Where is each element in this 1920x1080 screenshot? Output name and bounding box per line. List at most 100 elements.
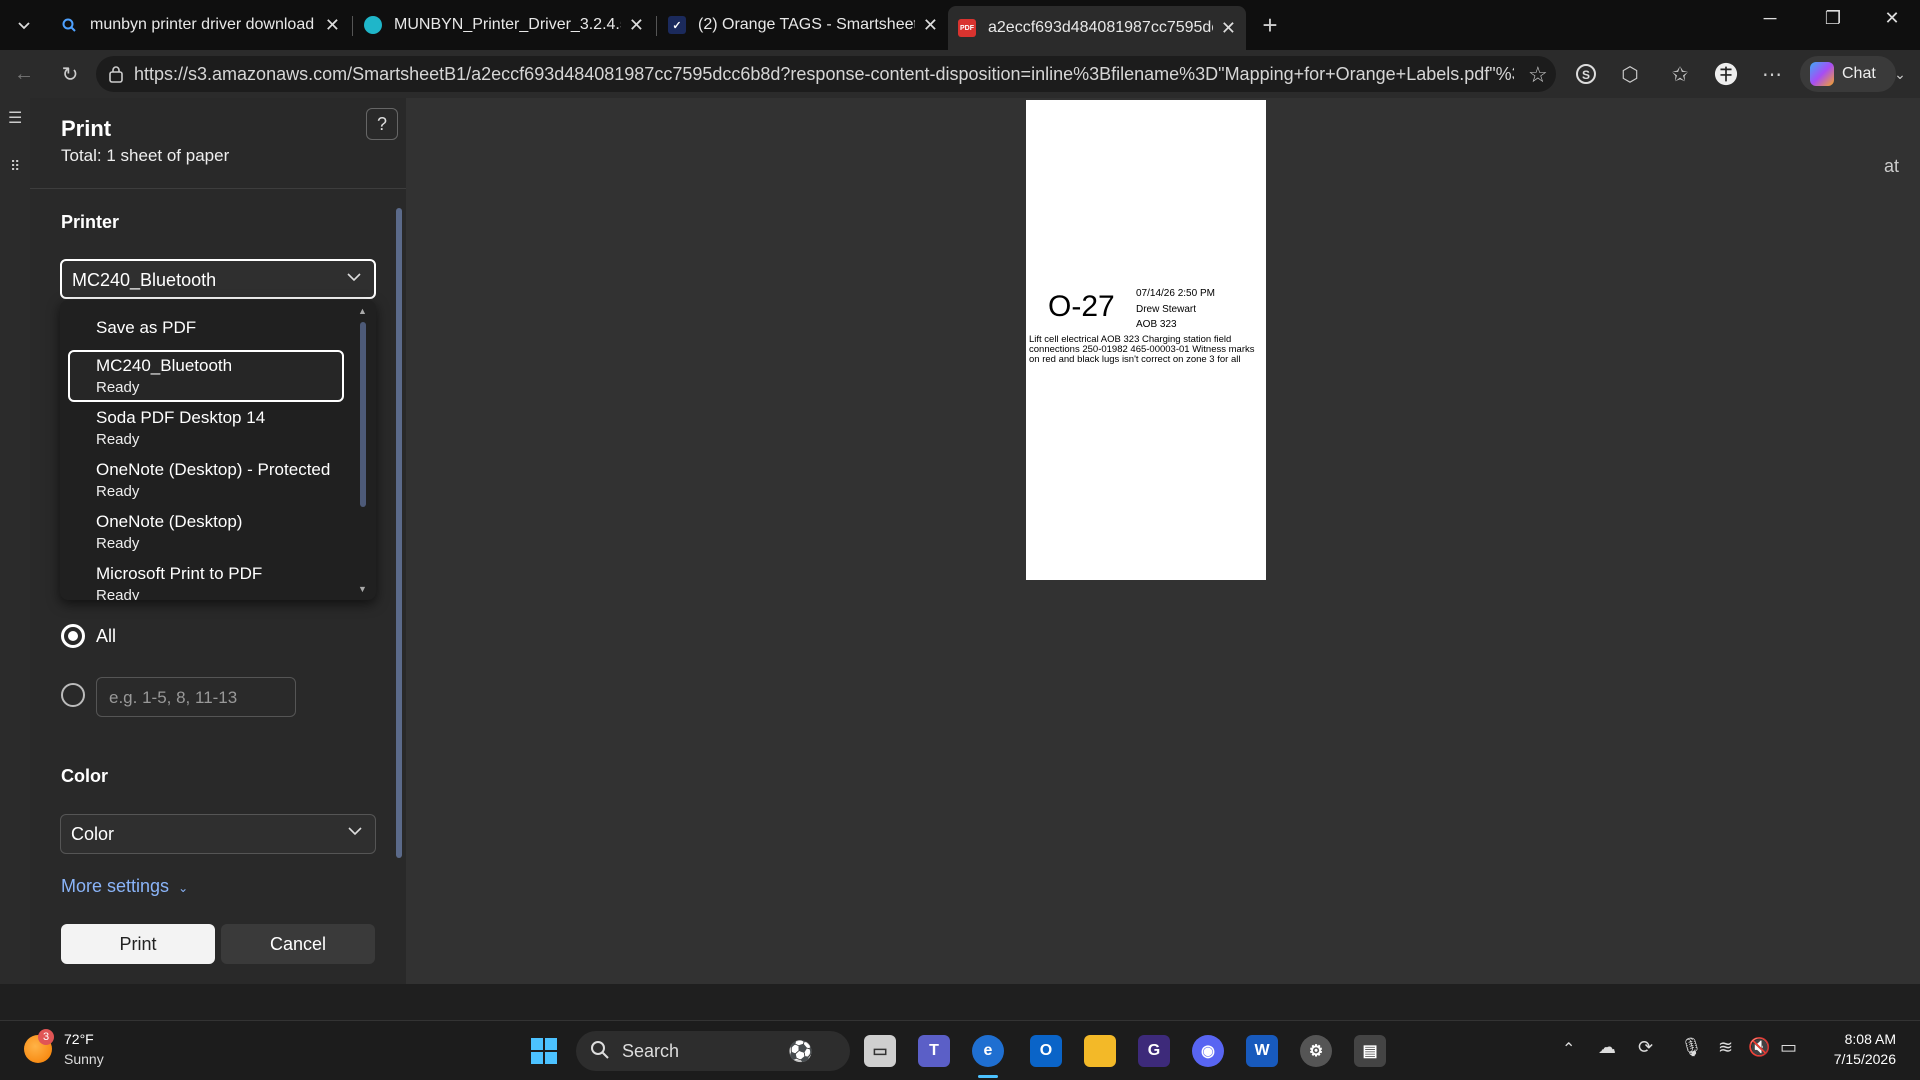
dropdown-item-onenote-protected[interactable]: OneNote (Desktop) - Protected Ready	[68, 460, 344, 508]
taskbar-search[interactable]: Search ⚽	[576, 1031, 850, 1071]
microphone-icon[interactable]: 🎙	[1680, 1037, 1703, 1058]
tab-separator	[352, 16, 353, 36]
show-hidden-icons-chevron-icon[interactable]: ⌃	[1562, 1039, 1575, 1059]
outlook-icon[interactable]: O	[1030, 1035, 1062, 1067]
side-text: at	[1884, 156, 1900, 176]
restore-icon[interactable]: ❐	[1813, 8, 1853, 29]
pages-custom-radio[interactable]	[61, 683, 85, 707]
lock-icon[interactable]	[108, 65, 124, 88]
refresh-icon[interactable]: ↻	[58, 62, 82, 86]
cancel-button[interactable]: Cancel	[221, 924, 375, 964]
grip-icon[interactable]: ⠿	[10, 158, 20, 175]
color-selected-value: Color	[71, 824, 115, 844]
pages-range-input[interactable]: e.g. 1-5, 8, 11-13	[96, 677, 296, 717]
search-icon	[590, 1040, 610, 1065]
dropdown-item-soda-pdf[interactable]: Soda PDF Desktop 14 Ready	[68, 408, 344, 456]
tab-smartsheet[interactable]: ✓ (2) Orange TAGS - Smartsheet.com ✕	[658, 6, 948, 44]
tab-driver[interactable]: MUNBYN_Printer_Driver_3.2.4.530. ✕	[354, 6, 654, 44]
dropdown-item-onenote[interactable]: OneNote (Desktop) Ready	[68, 512, 344, 560]
printer-name: Soda PDF Desktop 14	[96, 408, 266, 427]
windows-start-icon[interactable]	[528, 1035, 560, 1067]
extensions-icon[interactable]: ⬡	[1618, 62, 1642, 86]
tab-search[interactable]: munbyn printer driver download - ✕	[50, 6, 350, 44]
more-menu-icon[interactable]: ⋯	[1760, 62, 1784, 86]
file-explorer-icon[interactable]	[1084, 1035, 1116, 1067]
weather-badge: 3	[38, 1029, 54, 1045]
close-tab-icon[interactable]: ✕	[1221, 18, 1236, 39]
sync-icon[interactable]: ⟳	[1638, 1037, 1653, 1058]
tab-separator	[656, 16, 657, 36]
close-window-icon[interactable]: ✕	[1872, 8, 1912, 29]
dropdown-item-mc240[interactable]: MC240_Bluetooth Ready	[68, 350, 344, 402]
edge-icon[interactable]: e	[972, 1035, 1004, 1067]
help-button[interactable]: ?	[366, 108, 398, 140]
volume-muted-icon[interactable]: 🔇	[1748, 1037, 1770, 1058]
close-tab-icon[interactable]: ✕	[629, 15, 644, 36]
scroll-down-icon[interactable]: ▼	[358, 584, 367, 594]
browser-toolbar: ← ↻ https://s3.amazonaws.com/SmartsheetB…	[0, 50, 1920, 98]
chevron-down-icon: ⌄	[178, 881, 189, 895]
printer-dropdown-list: ▲ Save as PDF MC240_Bluetooth Ready Soda…	[60, 300, 376, 600]
printer-name: OneNote (Desktop)	[96, 512, 243, 531]
copilot-chat-button[interactable]: Chat	[1800, 56, 1896, 92]
discord-icon[interactable]: ◉	[1192, 1035, 1224, 1067]
tab-pdf-active[interactable]: PDF a2eccf693d484081987cc7595dcc6 ✕	[948, 6, 1246, 50]
tag-id: O-27	[1048, 290, 1115, 323]
favorite-star-icon[interactable]: ☆	[1528, 62, 1548, 88]
printer-status: Ready	[96, 535, 140, 552]
pages-all-radio[interactable]	[61, 624, 85, 648]
profile-avatar-icon[interactable]	[1714, 62, 1738, 86]
wifi-icon[interactable]: ≋	[1718, 1037, 1733, 1058]
viewer-bottom-strip	[0, 984, 1920, 1020]
pages-all-label: All	[96, 626, 117, 646]
dropdown-item-ms-print-pdf[interactable]: Microsoft Print to PDF Ready	[68, 564, 344, 600]
chevron-down-icon[interactable]: ⌄	[1888, 62, 1912, 86]
printer-status: Ready	[96, 587, 140, 600]
dropdown-item-save-as-pdf[interactable]: Save as PDF	[68, 318, 344, 354]
chat-label: Chat	[1842, 65, 1876, 82]
color-select[interactable]: Color	[60, 814, 376, 854]
pdf-icon: PDF	[958, 19, 976, 37]
minimize-icon[interactable]: ─	[1750, 8, 1790, 29]
printer-label: Printer	[61, 212, 120, 232]
printer-name: OneNote (Desktop) - Protected	[96, 460, 331, 479]
panel-scrollbar[interactable]	[396, 208, 402, 858]
search-label: Search	[622, 1041, 680, 1061]
teams-icon[interactable]: T	[918, 1035, 950, 1067]
shopping-icon[interactable]: S	[1574, 62, 1598, 86]
scroll-up-icon[interactable]: ▲	[358, 306, 367, 316]
more-settings-link[interactable]: More settings ⌄	[61, 876, 188, 897]
printer-status: Ready	[96, 483, 140, 500]
chevron-down-icon	[346, 269, 362, 290]
clock-date[interactable]: 7/15/2026	[1816, 1051, 1896, 1067]
tab-title: MUNBYN_Printer_Driver_3.2.4.530.	[394, 16, 621, 33]
close-tab-icon[interactable]: ✕	[325, 15, 340, 36]
printer-select[interactable]: MC240_Bluetooth	[60, 259, 376, 299]
tag-location: AOB 323	[1136, 319, 1177, 330]
printer-name: Microsoft Print to PDF	[96, 564, 263, 583]
clock-time[interactable]: 8:08 AM	[1832, 1031, 1896, 1047]
dropdown-scrollbar[interactable]	[360, 322, 366, 507]
chevron-down-icon	[347, 823, 363, 844]
new-tab-icon[interactable]: +	[1258, 10, 1282, 40]
settings-gear-icon[interactable]: ⚙	[1300, 1035, 1332, 1067]
address-bar[interactable]: https://s3.amazonaws.com/SmartsheetB1/a2…	[96, 56, 1556, 92]
printer-app-icon[interactable]: ▤	[1354, 1035, 1386, 1067]
print-button[interactable]: Print	[61, 924, 215, 964]
word-icon[interactable]: W	[1246, 1035, 1278, 1067]
tab-title: munbyn printer driver download -	[90, 16, 317, 33]
close-tab-icon[interactable]: ✕	[923, 15, 938, 36]
color-label: Color	[61, 766, 108, 786]
app-g-icon[interactable]: G	[1138, 1035, 1170, 1067]
contents-icon[interactable]: ☰	[8, 108, 22, 128]
printer-status: Ready	[96, 431, 140, 448]
onedrive-icon[interactable]: ☁	[1598, 1037, 1616, 1058]
back-icon[interactable]: ←	[12, 62, 36, 86]
cloud-icon	[364, 16, 382, 34]
tab-list-chevron-icon[interactable]	[12, 13, 36, 37]
pdf-sidebar-strip: ☰ ⠿	[0, 98, 30, 984]
favorites-icon[interactable]: ✩	[1668, 62, 1692, 86]
task-view-icon[interactable]: ▭	[864, 1035, 896, 1067]
battery-icon[interactable]: ▭	[1780, 1037, 1797, 1058]
weather-condition: Sunny	[64, 1051, 104, 1067]
